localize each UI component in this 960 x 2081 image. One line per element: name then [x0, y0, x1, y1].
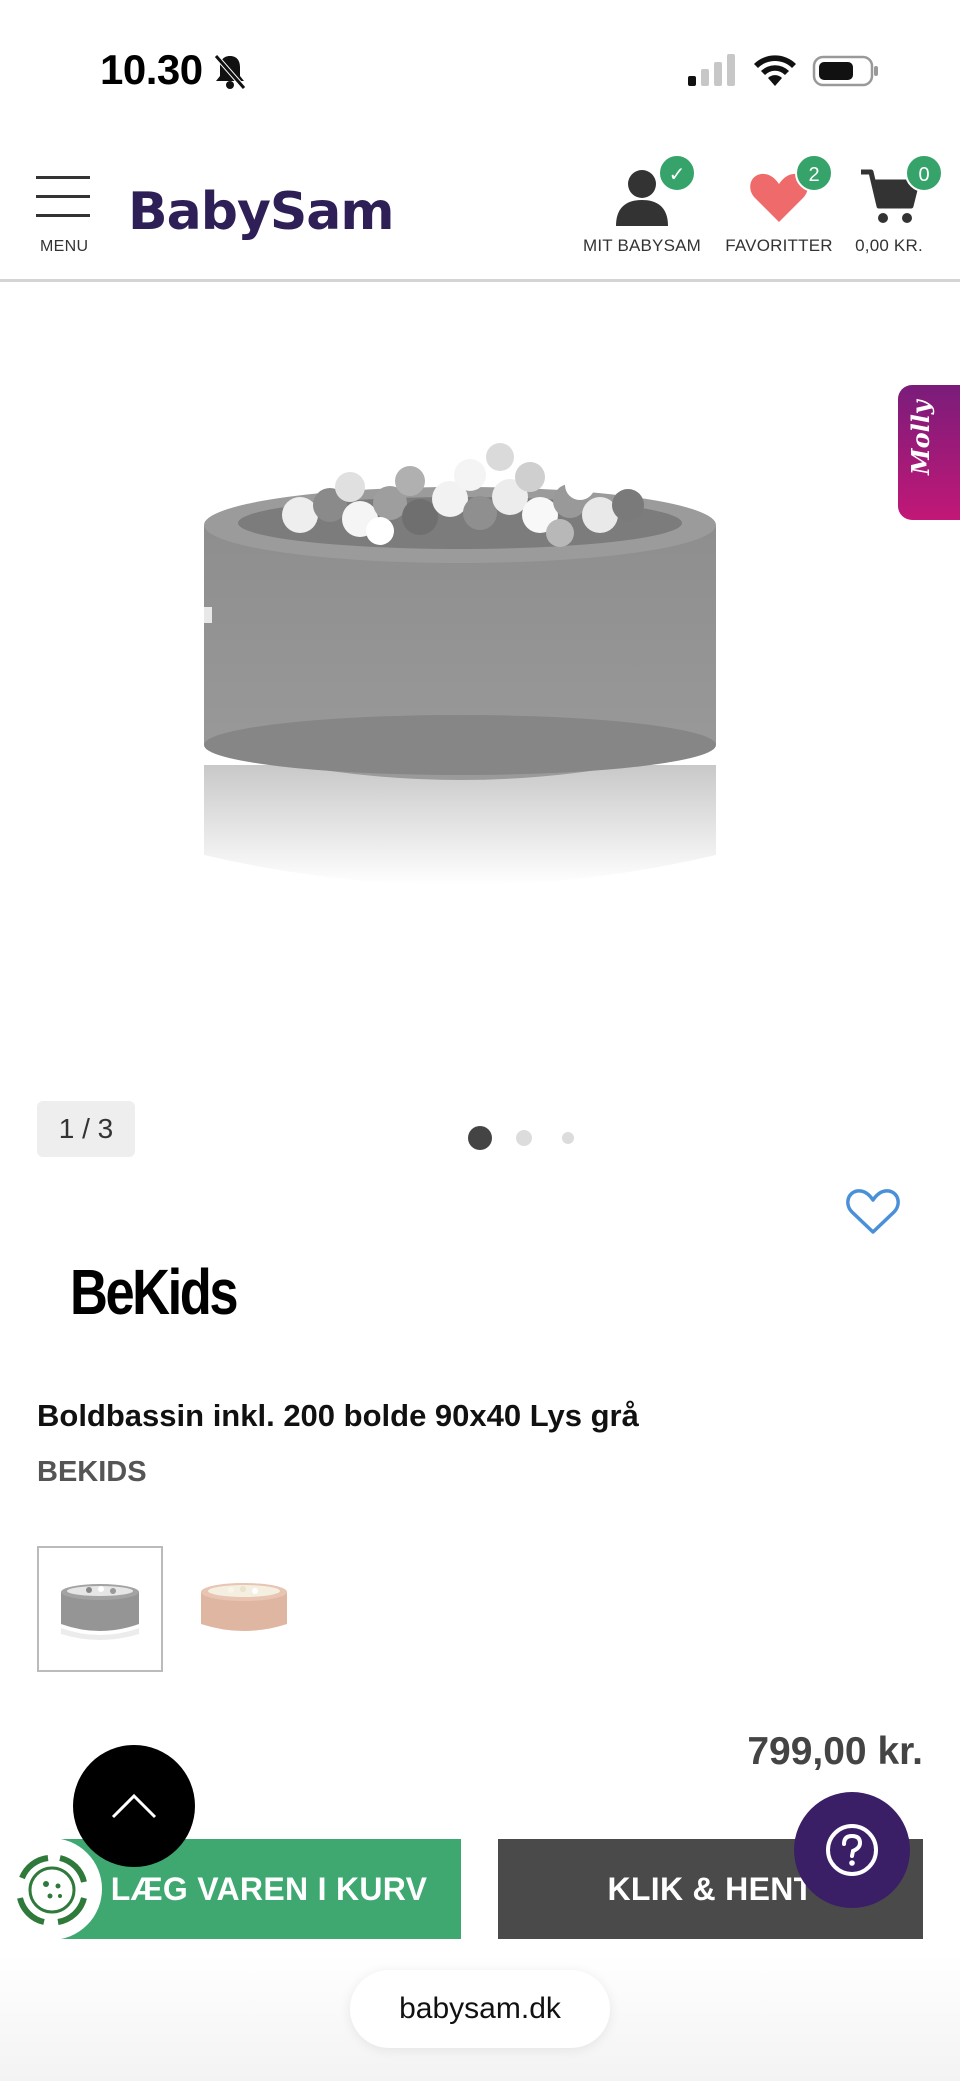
product-title: Boldbassin inkl. 200 bolde 90x40 Lys grå — [37, 1398, 639, 1433]
question-mark-icon — [826, 1824, 878, 1876]
mit-babysam-label: MIT BABYSAM — [582, 236, 702, 255]
mit-babysam-button[interactable]: ✓ MIT BABYSAM — [580, 154, 704, 256]
variant-grey-thumbnail[interactable] — [37, 1546, 163, 1672]
product-gallery[interactable]: Molly — [0, 285, 960, 1185]
wifi-icon — [754, 55, 796, 86]
gallery-dot-2[interactable] — [516, 1130, 532, 1146]
menu-label: MENU — [40, 238, 89, 255]
battery-icon — [812, 55, 878, 87]
favorites-count-badge: 2 — [795, 154, 833, 192]
molly-chat-tab[interactable]: Molly — [898, 385, 960, 520]
cookie-icon — [17, 1855, 87, 1925]
bell-slash-icon — [214, 54, 246, 90]
favorites-button[interactable]: 2 FAVORITTER — [724, 154, 834, 256]
brand-logo[interactable]: BeKids — [70, 1255, 239, 1329]
product-brand[interactable]: BEKIDS — [37, 1456, 147, 1489]
grey-ball-pit-thumbnail — [61, 1584, 139, 1640]
cart-count-badge: 0 — [905, 154, 943, 192]
cellular-signal-icon — [688, 54, 735, 86]
gallery-pagination[interactable] — [468, 1126, 588, 1150]
logged-in-check-badge: ✓ — [658, 154, 696, 192]
status-bar: 10.30 — [0, 0, 960, 140]
gallery-dot-3[interactable] — [562, 1132, 574, 1144]
molly-tab-label: Molly — [906, 400, 935, 475]
product-price: 799,00 kr. — [747, 1730, 923, 1773]
favorites-label: FAVORITTER — [725, 236, 833, 255]
cart-button[interactable]: 0 0,00 KR. — [852, 154, 943, 256]
site-header: MENU BabySam ✓ MIT BABYSAM 2 FAVORITTER — [0, 140, 960, 282]
babysam-logo[interactable]: BabySam — [128, 182, 395, 242]
cart-total-label: 0,00 KR. — [855, 236, 923, 255]
rose-ball-pit-thumbnail — [201, 1583, 287, 1631]
help-button[interactable] — [794, 1792, 910, 1908]
variant-rose-thumbnail[interactable] — [183, 1546, 309, 1672]
gallery-counter: 1 / 3 — [37, 1101, 135, 1157]
product-image-ball-pit[interactable] — [180, 375, 740, 895]
browser-url-bar[interactable]: babysam.dk — [350, 1970, 610, 2048]
cookie-settings-button[interactable] — [0, 1838, 102, 1940]
gallery-dot-1[interactable] — [468, 1126, 492, 1150]
hamburger-icon — [36, 176, 96, 217]
status-time: 10.30 — [100, 46, 203, 93]
add-favorite-heart-icon[interactable] — [846, 1186, 900, 1236]
